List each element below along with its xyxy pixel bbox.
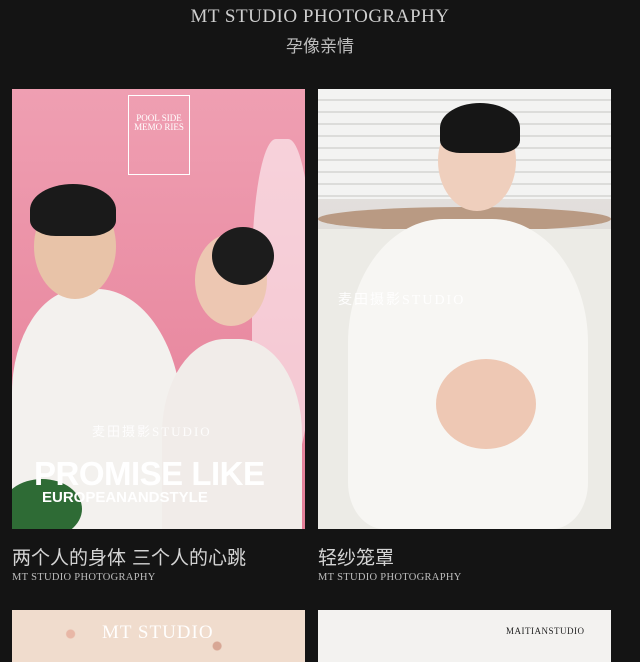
photo-headline: PROMISE LIKE bbox=[34, 455, 265, 492]
photo-box-text: POOL SIDE MEMO RIES bbox=[128, 95, 190, 175]
card-photo[interactable]: MAITIANSTUDIO bbox=[318, 610, 611, 662]
photo-watermark: MT STUDIO bbox=[102, 622, 214, 643]
photo-subheadline: EUROPEANANDSTYLE bbox=[42, 489, 208, 506]
brand-title: MT STUDIO PHOTOGRAPHY bbox=[190, 6, 450, 27]
photo-figure bbox=[30, 184, 116, 236]
card-photo[interactable]: MT STUDIO bbox=[12, 610, 305, 662]
photo-figure bbox=[440, 103, 520, 153]
card-photo[interactable]: 麦田摄影STUDIO bbox=[318, 89, 611, 529]
section-title: 孕像亲情 bbox=[286, 37, 354, 57]
photo-figure bbox=[212, 227, 274, 285]
card-subtitle: MT STUDIO PHOTOGRAPHY bbox=[12, 572, 156, 583]
photo-watermark: MAITIANSTUDIO bbox=[506, 626, 585, 636]
photo-watermark: 麦田摄影STUDIO bbox=[92, 424, 212, 439]
card-photo[interactable]: POOL SIDE MEMO RIES 麦田摄影STUDIO PROMISE L… bbox=[12, 89, 305, 529]
card-title[interactable]: 轻纱笼罩 bbox=[318, 543, 394, 570]
photo-figure bbox=[436, 359, 536, 449]
photo-watermark: 麦田摄影STUDIO bbox=[338, 293, 466, 308]
card-title[interactable]: 两个人的身体 三个人的心跳 bbox=[12, 543, 246, 570]
card-subtitle: MT STUDIO PHOTOGRAPHY bbox=[318, 572, 462, 583]
